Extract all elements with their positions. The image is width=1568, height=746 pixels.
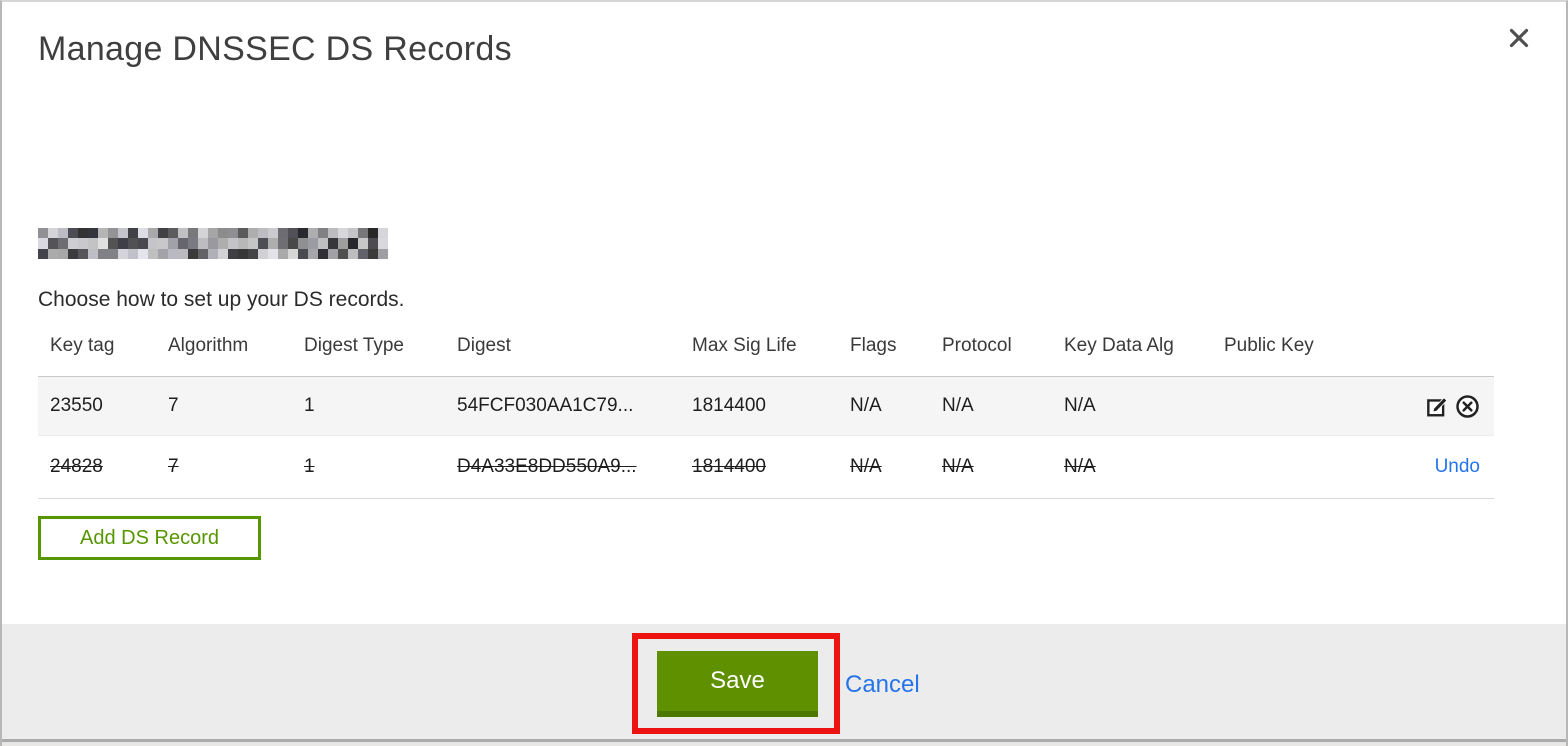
digest-type-value: 1: [304, 456, 315, 477]
add-ds-record-button[interactable]: Add DS Record: [38, 516, 261, 560]
edit-ds-record-button[interactable]: [1424, 393, 1450, 419]
digest-value: 54FCF030AA1C79...: [457, 395, 634, 416]
table-row-deleted: 24828 7 1 D4A33E8DD550A9... 1814400 N/A …: [38, 436, 1494, 499]
key-tag-value: 24828: [50, 456, 103, 477]
key-tag-value: 23550: [50, 395, 103, 416]
max-sig-life-value: 1814400: [692, 456, 766, 477]
column-header-key-tag: Key tag: [50, 335, 115, 356]
flags-value: N/A: [850, 395, 882, 416]
redacted-domain-name: [38, 228, 388, 259]
delete-icon: [1455, 394, 1479, 418]
manage-dnssec-modal: Manage DNSSEC DS Records Choose how to s…: [0, 0, 1568, 746]
column-header-key-data-alg: Key Data Alg: [1064, 335, 1174, 356]
algorithm-value: 7: [168, 395, 179, 416]
protocol-value: N/A: [942, 456, 974, 477]
column-header-public-key: Public Key: [1224, 335, 1314, 356]
algorithm-value: 7: [168, 456, 179, 477]
digest-type-value: 1: [304, 395, 315, 416]
column-header-digest-type: Digest Type: [304, 335, 404, 356]
cancel-link[interactable]: Cancel: [845, 671, 920, 699]
flags-value: N/A: [850, 456, 882, 477]
delete-ds-record-button[interactable]: [1454, 393, 1480, 419]
column-header-actions: [1356, 332, 1494, 335]
max-sig-life-value: 1814400: [692, 395, 766, 416]
background-page-strip: [2, 742, 1566, 746]
save-button[interactable]: Save: [657, 651, 818, 717]
undo-link[interactable]: Undo: [1435, 456, 1480, 478]
close-icon: [1509, 28, 1529, 48]
table-row: 23550 7 1 54FCF030AA1C79... 1814400 N/A …: [38, 377, 1494, 436]
column-header-digest: Digest: [457, 335, 511, 356]
edit-icon: [1426, 396, 1447, 416]
column-header-algorithm: Algorithm: [168, 335, 249, 356]
row-actions: [1356, 393, 1494, 419]
table-header-row: Key tag Algorithm Digest Type Digest Max…: [38, 332, 1494, 377]
key-data-alg-value: N/A: [1064, 456, 1096, 477]
column-header-protocol: Protocol: [942, 335, 1012, 356]
digest-value: D4A33E8DD550A9...: [457, 456, 637, 477]
close-button[interactable]: [1502, 22, 1536, 56]
column-header-flags: Flags: [850, 335, 897, 356]
protocol-value: N/A: [942, 395, 974, 416]
instructions-text: Choose how to set up your DS records.: [38, 288, 405, 311]
page-title: Manage DNSSEC DS Records: [38, 30, 512, 68]
key-data-alg-value: N/A: [1064, 395, 1096, 416]
ds-records-table: Key tag Algorithm Digest Type Digest Max…: [38, 332, 1494, 499]
column-header-max-sig-life: Max Sig Life: [692, 335, 797, 356]
